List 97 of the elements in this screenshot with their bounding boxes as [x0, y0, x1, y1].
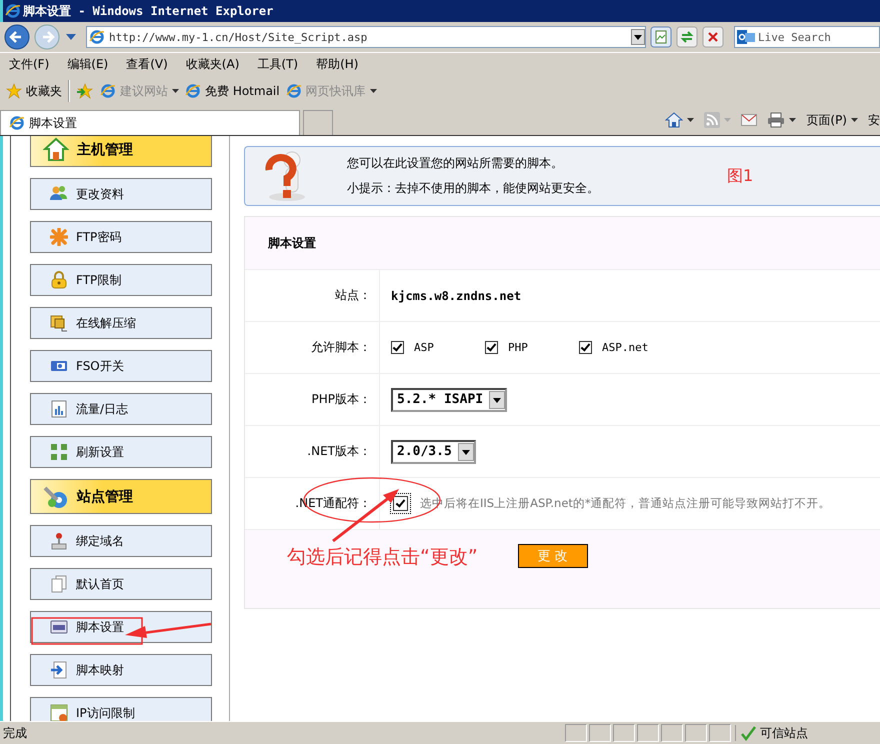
checkbox[interactable]: [391, 341, 404, 354]
favorites-button[interactable]: 收藏夹: [6, 82, 62, 100]
menu-item[interactable]: 帮助(H): [316, 56, 358, 72]
checkbox-label: ASP: [414, 341, 434, 354]
menu-item[interactable]: 文件(F): [9, 56, 50, 72]
menu-item[interactable]: 收藏夹(A): [186, 56, 240, 72]
sidebar-item[interactable]: 脚本映射: [30, 654, 212, 686]
close-icon[interactable]: [702, 26, 724, 48]
menu-item[interactable]: 查看(V): [126, 56, 168, 72]
caret-icon[interactable]: [66, 33, 76, 41]
checkbox[interactable]: [485, 341, 498, 354]
field-label: .NET版本：: [245, 426, 380, 477]
stamp-icon: [50, 532, 68, 550]
status-pane: [685, 724, 707, 742]
star-icon: [6, 83, 22, 99]
window-title: 脚本设置 - Windows Internet Explorer: [23, 2, 274, 20]
chart-icon: [50, 400, 68, 418]
file-arrow-icon: [50, 661, 68, 679]
print-button[interactable]: [767, 112, 796, 128]
sidebar-item[interactable]: 绑定域名: [30, 525, 212, 557]
envelope-icon: [741, 114, 758, 126]
lock-icon: [50, 271, 68, 289]
sidebar-item[interactable]: 更改资料: [30, 178, 212, 210]
browser-logo-icon: [185, 83, 201, 99]
feed-icon: [704, 112, 720, 128]
status-pane: [613, 724, 635, 742]
caret-icon: [172, 89, 179, 93]
form-title: 脚本设置: [268, 234, 316, 252]
mail-logo-icon: [737, 29, 755, 45]
people-icon: [50, 185, 68, 203]
compatibility-view-icon[interactable]: [650, 26, 672, 48]
home-button[interactable]: [665, 112, 694, 128]
field-label: 允许脚本：: [245, 322, 380, 373]
sidebar-item[interactable]: FTP密码: [30, 221, 212, 253]
notice-text: 小提示：去掉不使用的脚本，能使网站更安全。: [347, 180, 600, 197]
sidebar-item[interactable]: 刷新设置: [30, 436, 212, 468]
pages-icon: [50, 575, 68, 593]
caret-icon: [789, 118, 796, 122]
house-icon: [43, 136, 69, 162]
figure-label: 图1: [727, 166, 754, 186]
status-pane: [661, 724, 683, 742]
menu-item[interactable]: 编辑(E): [67, 56, 108, 72]
dropdown-icon: [458, 442, 474, 460]
search-field[interactable]: Live Search: [734, 26, 880, 48]
caret-icon: [851, 118, 858, 122]
status-pane: [709, 724, 731, 742]
folder-icon: [50, 314, 68, 332]
php-file-icon: [50, 618, 68, 636]
page-menu[interactable]: 页面(P): [806, 112, 858, 128]
sidebar-item[interactable]: 脚本设置: [30, 611, 212, 643]
back-icon[interactable]: [4, 24, 30, 50]
checkbox-label: PHP: [508, 341, 528, 354]
checkbox-label: ASP.net: [602, 341, 648, 354]
browser-tab[interactable]: 脚本设置: [0, 110, 300, 135]
browser-logo-icon: [286, 83, 302, 99]
sidebar-item[interactable]: IP访问限制: [30, 697, 212, 721]
status-pane: [565, 724, 587, 742]
field-label: PHP版本：: [245, 374, 380, 425]
annotation-text: 勾选后记得点击“更改”: [287, 545, 478, 570]
mail-button[interactable]: [741, 114, 758, 126]
refresh-icon[interactable]: [676, 26, 698, 48]
section-header[interactable]: 主机管理: [30, 136, 212, 167]
sidebar-item[interactable]: 流量/日志: [30, 393, 212, 425]
notice-text: 您可以在此设置您的网站所需要的脚本。: [347, 155, 564, 172]
section-header[interactable]: 站点管理: [30, 479, 212, 514]
status-pane: [589, 724, 611, 742]
browser-logo-icon: [5, 3, 21, 19]
address-field[interactable]: http://www.my-1.cn/Host/Site_Script.asp: [86, 26, 646, 48]
dropdown-icon: [489, 390, 506, 408]
caret-icon: [724, 118, 732, 122]
sidebar-item[interactable]: 在线解压缩: [30, 307, 212, 339]
checkbox[interactable]: [393, 496, 408, 511]
sidebar-item[interactable]: FSO开关: [30, 350, 212, 382]
status-pane: [637, 724, 659, 742]
home-icon: [665, 112, 684, 128]
site-value: kjcms.w8.zndns.net: [391, 288, 522, 302]
sidebar-item[interactable]: FTP限制: [30, 264, 212, 296]
caret-icon: [370, 89, 377, 93]
menu-item[interactable]: 工具(T): [257, 56, 298, 72]
favorites-link[interactable]: 免费 Hotmail: [185, 82, 280, 100]
status-text: 完成: [2, 724, 28, 742]
printer-icon: [767, 112, 786, 128]
version-select[interactable]: 2.0/3.5: [391, 440, 476, 464]
checkbox[interactable]: [579, 341, 592, 354]
checkmark-icon: [740, 725, 756, 741]
browser-logo-icon: [100, 83, 116, 99]
dropdown-icon[interactable]: [631, 29, 645, 45]
caret-icon: [687, 118, 694, 122]
asterisk-icon: [50, 228, 68, 246]
browser-logo-icon: [89, 29, 105, 45]
browser-logo-icon: [9, 115, 25, 131]
version-select[interactable]: 5.2.* ISAPI: [391, 388, 508, 412]
field-label: 站点：: [245, 270, 380, 321]
add-favorite-icon[interactable]: [76, 83, 94, 99]
security-zone[interactable]: 可信站点: [735, 725, 880, 741]
sidebar-item[interactable]: 默认首页: [30, 568, 212, 600]
safety-menu[interactable]: 安: [868, 112, 880, 128]
